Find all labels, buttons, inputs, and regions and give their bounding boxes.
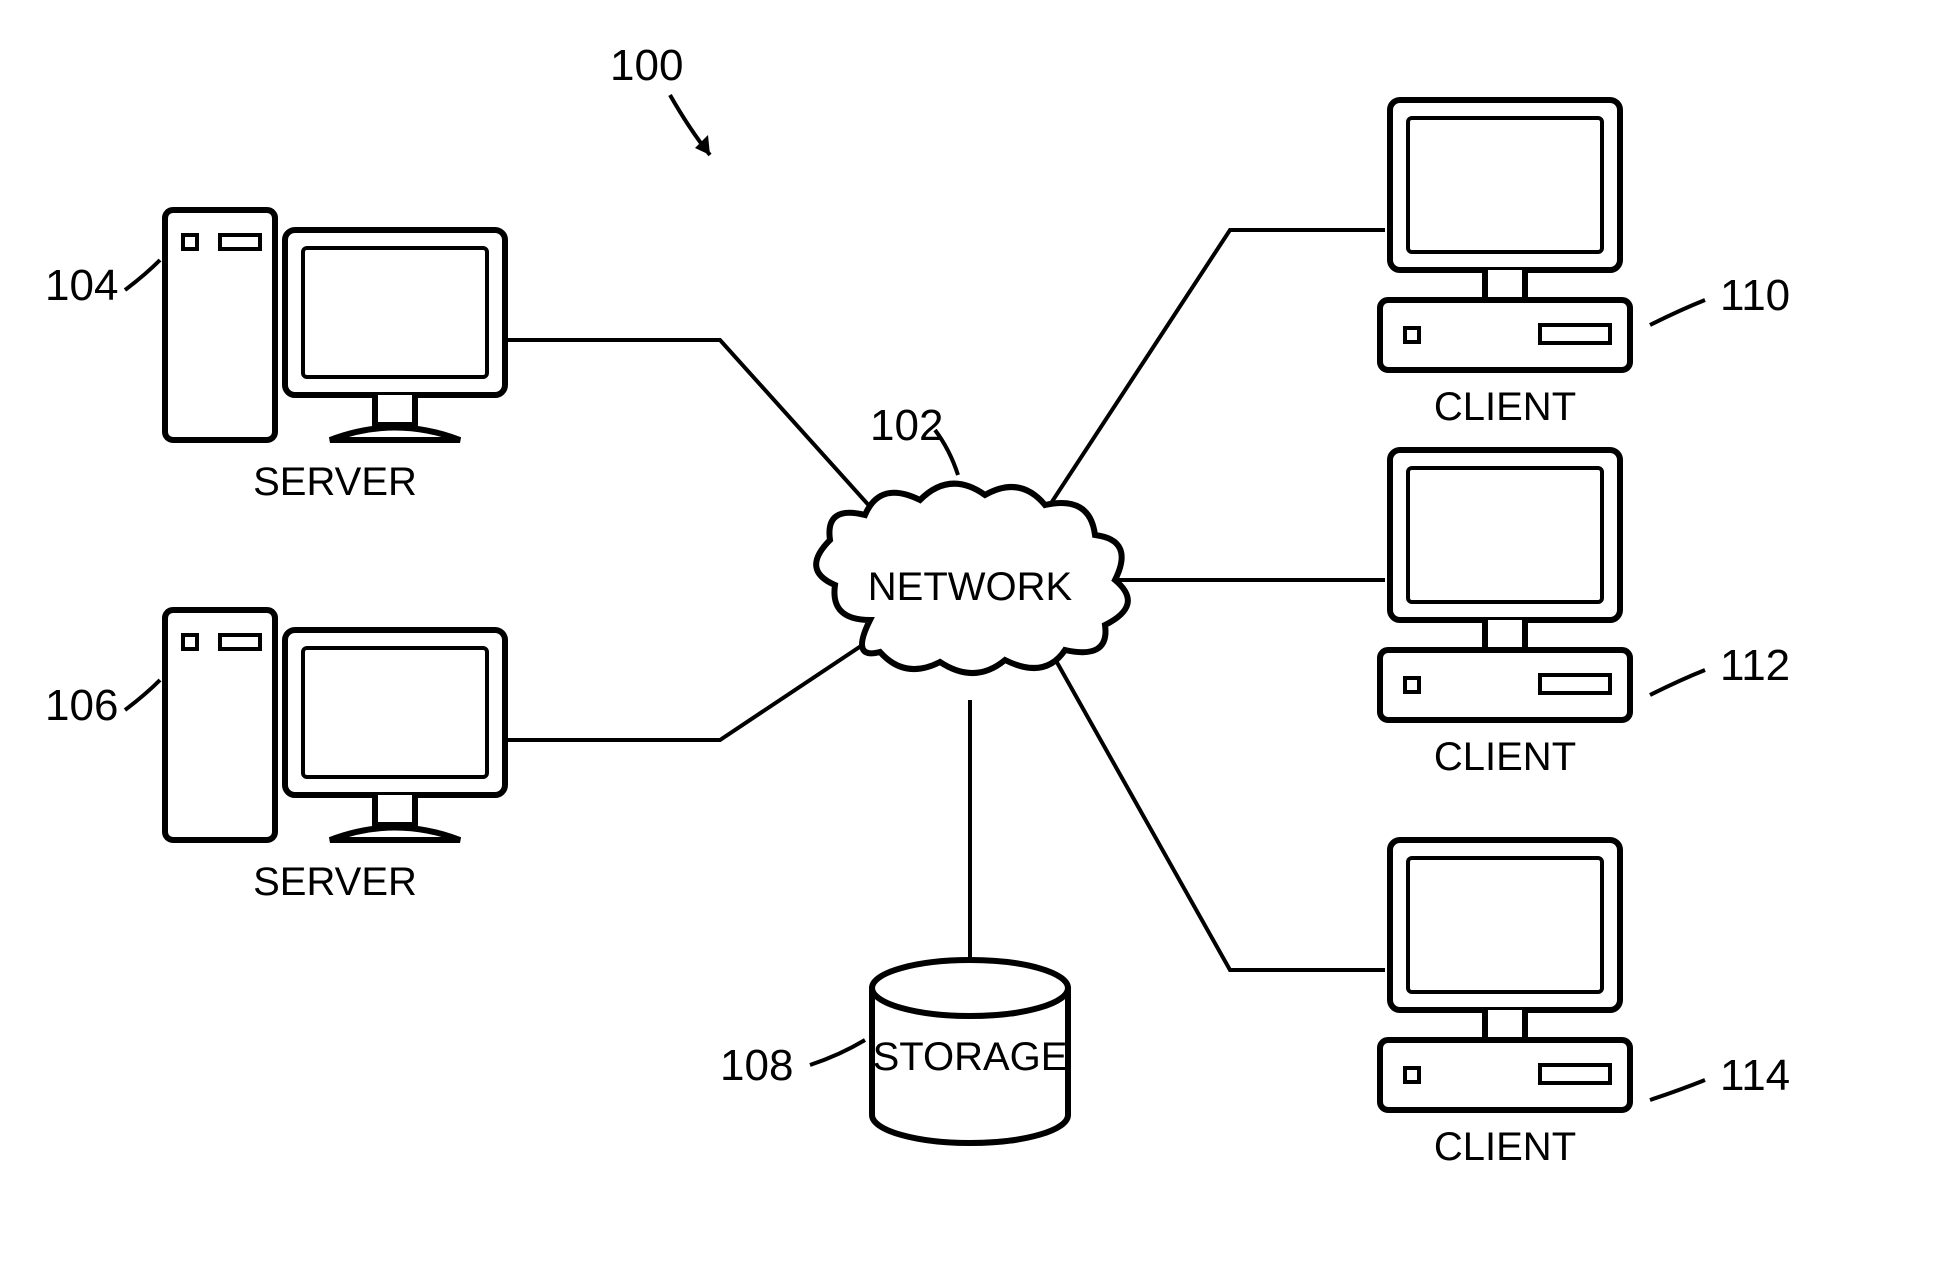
client-110: [1380, 100, 1630, 370]
client-114: [1380, 840, 1630, 1110]
client-114-ref: 114: [1720, 1051, 1790, 1100]
server-104-label: SERVER: [253, 460, 417, 504]
client-114-ref-lead: [1650, 1080, 1705, 1100]
client-112-label: CLIENT: [1434, 735, 1576, 779]
network-ref-lead: [935, 430, 958, 475]
storage-ref-lead: [810, 1040, 865, 1065]
server-106-ref-lead: [125, 680, 160, 710]
server-104-ref: 104: [45, 261, 118, 310]
client-112-ref: 112: [1720, 641, 1790, 690]
client-110-ref: 110: [1720, 271, 1790, 320]
storage-ref: 108: [720, 1041, 793, 1090]
server-106: [165, 610, 505, 840]
client-114-label: CLIENT: [1434, 1125, 1576, 1169]
server-106-ref: 106: [45, 681, 118, 730]
server-106-label: SERVER: [253, 860, 417, 904]
storage-label: STORAGE: [873, 1035, 1068, 1079]
network-ref: 102: [870, 401, 943, 450]
client-110-ref-lead: [1650, 300, 1705, 325]
client-110-label: CLIENT: [1434, 385, 1576, 429]
network-label: NETWORK: [868, 565, 1073, 609]
server-104: [165, 210, 505, 440]
server-104-ref-lead: [125, 260, 160, 290]
client-112: [1380, 450, 1630, 720]
figure-ref: 100: [610, 41, 710, 155]
network-diagram: 100 NETWORK 102 STORAGE 108 SERVER 104 S…: [0, 0, 1947, 1287]
figure-ref-label: 100: [610, 41, 683, 90]
client-112-ref-lead: [1650, 670, 1705, 695]
